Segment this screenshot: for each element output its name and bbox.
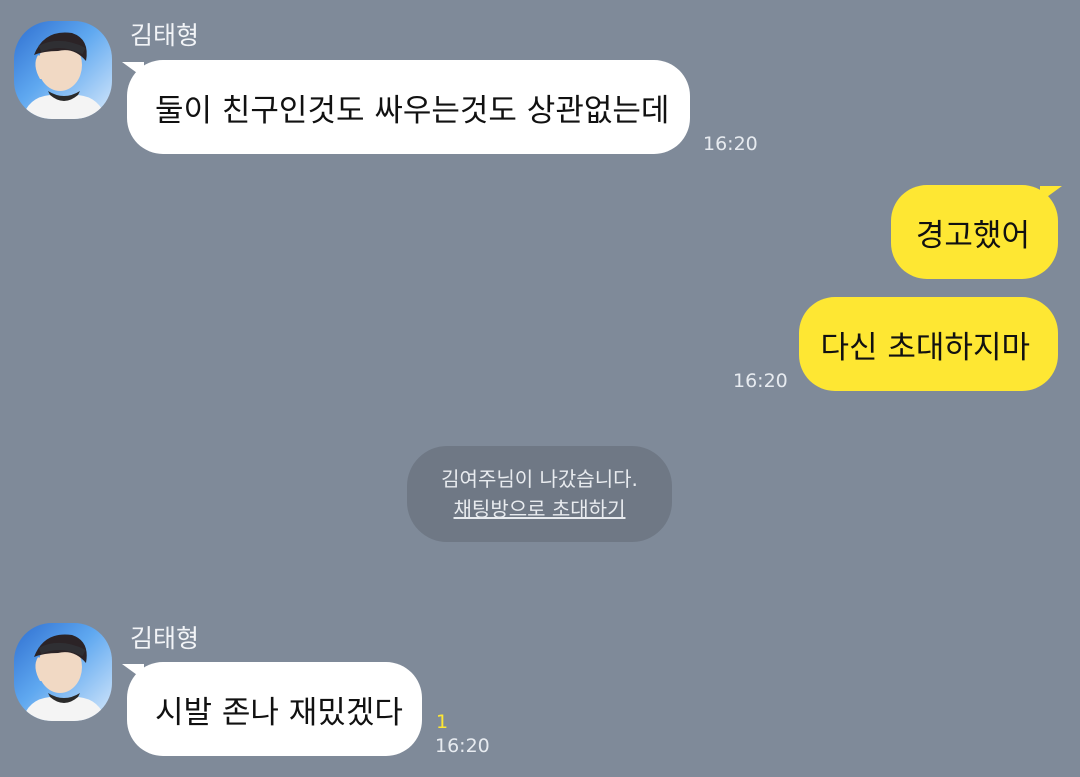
message-text: 시발 존나 재밌겠다: [155, 694, 403, 731]
message-timestamp: 16:20: [733, 370, 788, 392]
system-notice-text: 김여주님이 나갔습니다.: [441, 467, 638, 491]
sender-name: 김태형: [130, 21, 200, 50]
sender-name: 김태형: [130, 624, 200, 653]
message-text: 다신 초대하지마: [820, 329, 1031, 366]
message-text: 경고했어: [915, 217, 1030, 254]
message-bubble-incoming[interactable]: 둘이 친구인것도 싸우는것도 상관없는데: [127, 60, 690, 154]
unread-count: 1: [436, 711, 449, 733]
invite-to-chat-link[interactable]: 채팅방으로 초대하기: [454, 496, 626, 522]
profile-photo-icon: [22, 32, 106, 119]
message-timestamp: 16:20: [703, 133, 758, 155]
message-text: 둘이 친구인것도 싸우는것도 상관없는데: [155, 92, 670, 129]
message-bubble-incoming[interactable]: 시발 존나 재밌겠다: [127, 662, 422, 756]
sender-avatar[interactable]: [14, 623, 112, 721]
system-notice: 김여주님이 나갔습니다. 채팅방으로 초대하기: [407, 446, 672, 542]
message-bubble-outgoing[interactable]: 경고했어: [891, 185, 1058, 279]
sender-avatar[interactable]: [14, 21, 112, 119]
message-bubble-outgoing[interactable]: 다신 초대하지마: [799, 297, 1058, 391]
message-timestamp: 16:20: [435, 735, 490, 757]
profile-photo-icon: [22, 634, 106, 721]
